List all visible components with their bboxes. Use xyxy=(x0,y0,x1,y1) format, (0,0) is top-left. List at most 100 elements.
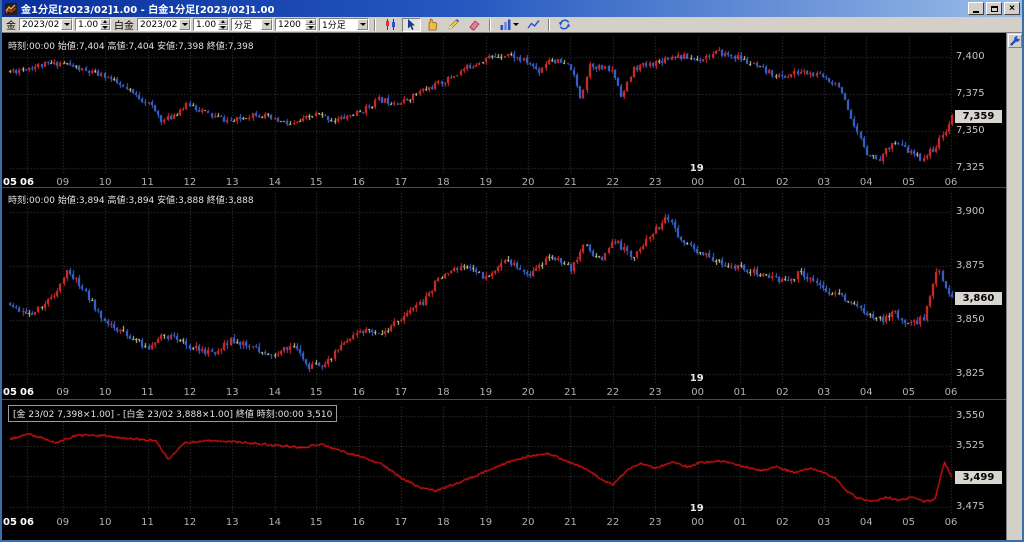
gold-month-select[interactable]: 2023/02 xyxy=(19,18,73,31)
chevron-down-icon[interactable] xyxy=(179,19,190,30)
x-axis-label: 19 xyxy=(476,517,496,528)
window-title: 金1分足[2023/02]1.00 - 白金1分足[2023/02]1.00 xyxy=(21,1,966,16)
right-sidebar xyxy=(1006,33,1022,540)
platinum-chart-panel[interactable]: 時刻:00:00 始値:3,894 高値:3,894 安値:3,888 終値:3… xyxy=(2,187,1006,399)
gold-chart-panel[interactable]: 時刻:00:00 始値:7,404 高値:7,404 安値:7,398 終値:7… xyxy=(2,33,1006,187)
x-axis-label: 03 xyxy=(814,517,834,528)
platinum-month-value: 2023/02 xyxy=(138,20,179,30)
x-axis-label: 11 xyxy=(138,387,158,398)
candlestick-chart-icon[interactable] xyxy=(381,18,400,32)
x-axis-label: 10 xyxy=(95,387,115,398)
y-axis-label: 3,550 xyxy=(956,410,985,422)
bar-type-select[interactable]: 分足 xyxy=(231,18,273,31)
y-axis-label: 3,875 xyxy=(956,260,985,272)
y-axis-label: 7,350 xyxy=(956,125,985,137)
pencil-icon[interactable] xyxy=(444,18,463,32)
timeframe-select[interactable]: 1分足 xyxy=(319,18,369,31)
x-axis-label: 18 xyxy=(433,517,453,528)
eraser-icon[interactable] xyxy=(465,18,484,32)
x-axis-label: 18 xyxy=(433,387,453,398)
gold-multiplier-input[interactable]: 1.00 xyxy=(75,18,111,31)
gold-multiplier-value: 1.00 xyxy=(76,20,100,30)
x-axis-label: 00 xyxy=(688,517,708,528)
spinner-buttons[interactable] xyxy=(100,19,110,30)
date-label: 19 xyxy=(690,163,704,174)
x-axis-label: 02 xyxy=(772,387,792,398)
chevron-down-icon[interactable] xyxy=(61,19,72,30)
platinum-chart-canvas[interactable] xyxy=(2,187,1006,399)
close-button[interactable]: × xyxy=(1004,2,1020,15)
x-axis-label: 06 xyxy=(17,517,37,528)
gold-chart-canvas[interactable] xyxy=(2,33,1006,187)
close-icon: × xyxy=(1009,4,1015,14)
timeframe-value: 1分足 xyxy=(320,18,348,31)
y-axis-label: 3,900 xyxy=(956,206,985,218)
y-axis-label: 3,825 xyxy=(956,368,985,380)
x-axis-label: 06 xyxy=(941,517,961,528)
platinum-multiplier-input[interactable]: 1.00 xyxy=(193,18,229,31)
x-axis-label: 09 xyxy=(53,387,73,398)
chevron-down-icon[interactable] xyxy=(261,19,272,30)
x-axis-label: 20 xyxy=(518,517,538,528)
y-axis-label: 7,400 xyxy=(956,51,985,63)
chevron-down-icon[interactable] xyxy=(357,19,368,30)
x-axis-label: 22 xyxy=(603,517,623,528)
toolbar: 金 2023/02 1.00 白金 2023/02 1.00 分足 1200 1… xyxy=(2,17,1022,33)
x-axis-label: 03 xyxy=(814,387,834,398)
minimize-icon xyxy=(973,11,979,13)
x-axis-label: 20 xyxy=(518,387,538,398)
bar-chart-icon[interactable] xyxy=(496,18,522,32)
bar-count-input[interactable]: 1200 xyxy=(275,18,317,31)
y-axis-label: 7,375 xyxy=(956,88,985,100)
x-axis-label: 13 xyxy=(222,517,242,528)
x-axis-label: 22 xyxy=(603,387,623,398)
spinner-buttons[interactable] xyxy=(218,19,228,30)
x-axis-label: 05 xyxy=(899,517,919,528)
x-axis-label: 14 xyxy=(265,387,285,398)
x-axis-label: 06 xyxy=(941,387,961,398)
x-axis-label: 05 xyxy=(899,387,919,398)
pan-hand-icon[interactable] xyxy=(423,18,442,32)
cursor-icon[interactable] xyxy=(402,18,421,32)
spinner-buttons[interactable] xyxy=(305,19,316,30)
platinum-month-select[interactable]: 2023/02 xyxy=(137,18,191,31)
platinum-label: 白金 xyxy=(113,17,135,32)
x-axis-label: 23 xyxy=(645,517,665,528)
spread-chart-panel[interactable]: [金 23/02 7,398×1.00] - [白金 23/02 3,888×1… xyxy=(2,399,1006,540)
gold-label: 金 xyxy=(5,17,17,32)
bar-count-value: 1200 xyxy=(276,20,303,30)
x-axis-label: 01 xyxy=(730,387,750,398)
x-axis-label: 13 xyxy=(222,387,242,398)
minimize-button[interactable] xyxy=(968,2,984,15)
spread-info: [金 23/02 7,398×1.00] - [白金 23/02 3,888×1… xyxy=(8,405,337,422)
x-axis-label: 16 xyxy=(349,387,369,398)
x-axis-label: 09 xyxy=(53,517,73,528)
panel-divider[interactable] xyxy=(2,399,1006,400)
x-axis-label: 21 xyxy=(560,387,580,398)
spread-last-price-badge: 3,499 xyxy=(955,471,1002,484)
x-axis-label: 06 xyxy=(17,387,37,398)
date-label: 19 xyxy=(690,373,704,384)
gold-last-price-badge: 7,359 xyxy=(955,110,1002,123)
x-axis-label: 19 xyxy=(476,387,496,398)
x-axis-label: 17 xyxy=(391,387,411,398)
app-window: 金1分足[2023/02]1.00 - 白金1分足[2023/02]1.00 ×… xyxy=(0,0,1024,542)
line-chart-icon[interactable] xyxy=(524,18,543,32)
chevron-down-icon xyxy=(513,23,519,26)
x-axis-label: 12 xyxy=(180,517,200,528)
maximize-button[interactable] xyxy=(986,2,1002,15)
x-axis-label: 21 xyxy=(560,517,580,528)
x-axis-label: 14 xyxy=(265,517,285,528)
gold-ohlc-info: 時刻:00:00 始値:7,404 高値:7,404 安値:7,398 終値:7… xyxy=(8,39,254,52)
x-axis-label: 17 xyxy=(391,517,411,528)
x-axis-label: 04 xyxy=(856,517,876,528)
x-axis-label: 12 xyxy=(180,387,200,398)
y-axis-label: 3,525 xyxy=(956,440,985,452)
wrench-icon[interactable] xyxy=(1008,34,1022,48)
panel-divider[interactable] xyxy=(2,187,1006,188)
platinum-last-price-badge: 3,860 xyxy=(955,292,1002,305)
x-axis-label: 10 xyxy=(95,517,115,528)
app-icon xyxy=(4,2,17,15)
refresh-icon[interactable] xyxy=(555,18,574,32)
titlebar[interactable]: 金1分足[2023/02]1.00 - 白金1分足[2023/02]1.00 × xyxy=(2,0,1022,17)
